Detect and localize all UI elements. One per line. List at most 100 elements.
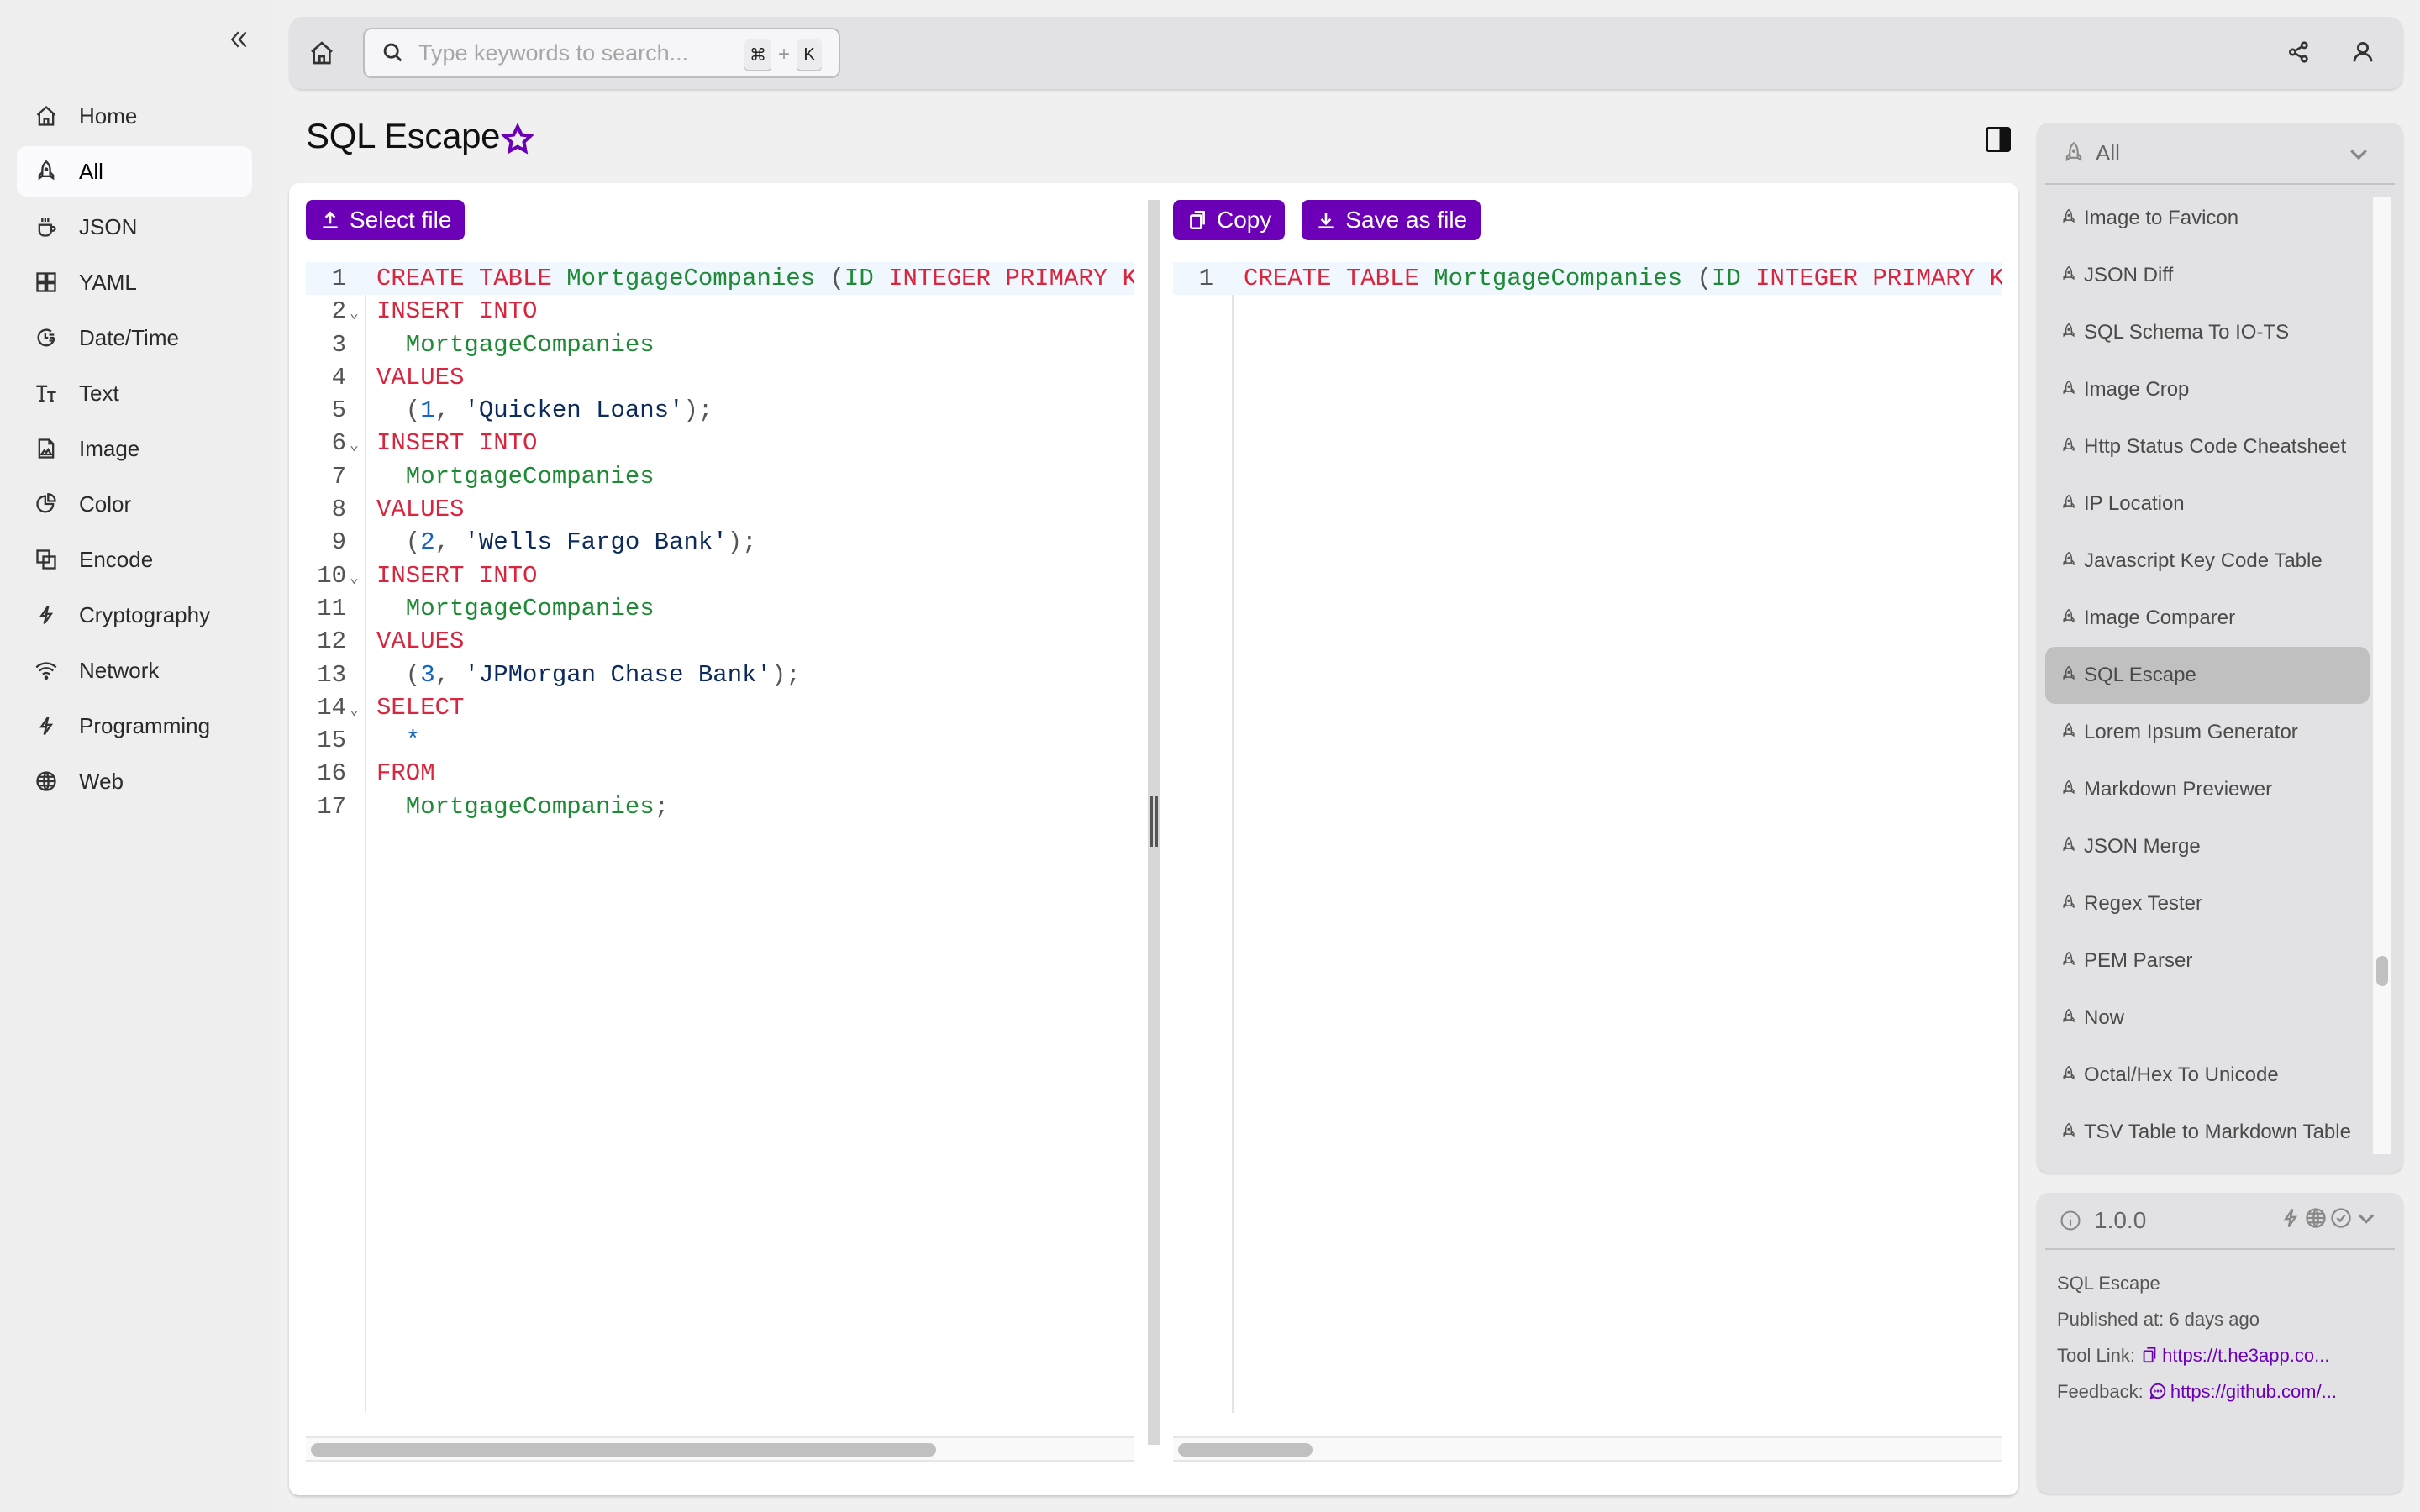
input-scroll-thumb[interactable]: [311, 1443, 936, 1457]
overlap-squares-icon: [34, 547, 59, 572]
tool-item-http-status-code-cheatsheet[interactable]: Http Status Code Cheatsheet: [2045, 418, 2370, 475]
shortcut-key-cmd: ⌘: [744, 39, 771, 70]
tool-item-pem-parser[interactable]: PEM Parser: [2045, 932, 2370, 990]
code-line[interactable]: 16 FROM: [306, 757, 1134, 790]
output-editor[interactable]: 1 CREATE TABLE MortgageCompanies (ID INTE…: [1173, 262, 2002, 1462]
sidebar-right-icon: [1986, 127, 2011, 152]
code-line[interactable]: 11 MortgageCompanies: [306, 592, 1134, 625]
tool-item-image-comparer[interactable]: Image Comparer: [2045, 590, 2370, 647]
copy-button[interactable]: Copy: [1173, 200, 1286, 240]
share-button[interactable]: [2282, 35, 2316, 69]
tool-item-markdown-previewer[interactable]: Markdown Previewer: [2045, 761, 2370, 818]
pane-splitter[interactable]: [1148, 200, 1160, 1445]
info-header[interactable]: 1.0.0: [2045, 1193, 2395, 1250]
pie-chart-icon: [34, 491, 59, 517]
cup-icon: [34, 214, 59, 239]
input-horizontal-scrollbar[interactable]: [306, 1436, 1134, 1462]
fold-chevron-icon[interactable]: ⌄: [350, 430, 359, 463]
code-line[interactable]: 12 VALUES: [306, 625, 1134, 658]
code-text: VALUES: [376, 493, 1134, 526]
sidebar-item-encode[interactable]: Encode: [17, 534, 252, 585]
code-line[interactable]: 1 CREATE TABLE MortgageCompanies (ID INTE…: [1173, 262, 2002, 296]
tool-item-image-crop[interactable]: Image Crop: [2045, 361, 2370, 418]
line-number: 14: [317, 693, 346, 722]
line-number: 8: [331, 496, 346, 524]
code-line[interactable]: 14 ⌄ SELECT: [306, 691, 1134, 724]
sidebar-item-color[interactable]: Color: [17, 479, 252, 529]
output-scroll-thumb[interactable]: [1178, 1443, 1313, 1457]
favorite-button[interactable]: [501, 123, 536, 158]
tool-item-json-merge[interactable]: JSON Merge: [2045, 818, 2370, 875]
code-line[interactable]: 7 MortgageCompanies: [306, 460, 1134, 493]
category-dropdown[interactable]: All: [2045, 123, 2395, 185]
code-line[interactable]: 8 VALUES: [306, 493, 1134, 526]
code-line[interactable]: 9 (2, 'Wells Fargo Bank');: [306, 526, 1134, 559]
code-line[interactable]: 5 (1, 'Quicken Loans');: [306, 394, 1134, 427]
tool-list-scroll-thumb[interactable]: [2376, 956, 2388, 986]
code-token-num: *: [376, 727, 421, 755]
sidebar-item-network[interactable]: Network: [17, 645, 252, 696]
code-line[interactable]: 3 MortgageCompanies: [306, 328, 1134, 361]
user-button[interactable]: [2346, 35, 2380, 69]
select-file-label: Select file: [350, 207, 452, 233]
code-line[interactable]: 10 ⌄ INSERT INTO: [306, 559, 1134, 592]
fold-chevron-icon[interactable]: ⌄: [350, 298, 359, 331]
search-shortcut: ⌘ + K: [744, 39, 822, 70]
top-bar: ⌘ + K: [289, 17, 2403, 89]
fold-chevron-icon[interactable]: ⌄: [350, 563, 359, 596]
sidebar-item-date-time[interactable]: Date/Time: [17, 312, 252, 363]
tool-item-ip-location[interactable]: IP Location: [2045, 475, 2370, 533]
sidebar-item-image[interactable]: Image: [17, 423, 252, 474]
input-editor[interactable]: 1 CREATE TABLE MortgageCompanies (ID INTE…: [306, 262, 1134, 1462]
tool-item-sql-schema-to-io-ts[interactable]: SQL Schema To IO-TS: [2045, 304, 2370, 361]
code-line[interactable]: 4 VALUES: [306, 361, 1134, 394]
tool-item-tsv-table-to-markdown-table[interactable]: TSV Table to Markdown Table: [2045, 1104, 2370, 1154]
sidebar-item-text[interactable]: Text: [17, 368, 252, 418]
code-line[interactable]: 17 MortgageCompanies;: [306, 790, 1134, 823]
home-button[interactable]: [306, 37, 338, 69]
code-token-id: MortgageCompanies: [376, 792, 655, 821]
version-label: 1.0.0: [2094, 1207, 2147, 1233]
tool-list-scrollbar[interactable]: [2373, 197, 2391, 1154]
line-number: 6: [331, 429, 346, 458]
sidebar-item-json[interactable]: JSON: [17, 202, 252, 252]
rocket-icon: [2060, 949, 2084, 972]
code-line[interactable]: 2 ⌄ INSERT INTO: [306, 295, 1134, 328]
search-box[interactable]: ⌘ + K: [363, 28, 840, 78]
select-file-button[interactable]: Select file: [306, 200, 466, 240]
sidebar-item-label: YAML: [79, 269, 137, 295]
collapse-sidebar-button[interactable]: [224, 24, 255, 55]
tool-item-sql-escape[interactable]: SQL Escape: [2045, 647, 2370, 704]
tool-item-image-to-favicon[interactable]: Image to Favicon: [2045, 190, 2370, 247]
toggle-panel-button[interactable]: [1983, 124, 2017, 158]
sidebar-item-home[interactable]: Home: [17, 91, 252, 141]
search-input[interactable]: [418, 39, 738, 66]
text-size-icon: [34, 381, 59, 406]
tool-item-javascript-key-code-table[interactable]: Javascript Key Code Table: [2045, 533, 2370, 590]
fold-chevron-icon[interactable]: ⌄: [350, 695, 359, 727]
save-as-file-button[interactable]: Save as file: [1302, 200, 1481, 240]
shortcut-plus: +: [777, 43, 790, 66]
tool-item-now[interactable]: Now: [2045, 990, 2370, 1047]
chevron-down-icon[interactable]: [2354, 1206, 2378, 1230]
sidebar-item-all[interactable]: All: [17, 146, 252, 197]
sidebar-item-label: Color: [79, 491, 132, 517]
sidebar-item-web[interactable]: Web: [17, 756, 252, 806]
tool-item-regex-tester[interactable]: Regex Tester: [2045, 875, 2370, 932]
sidebar-item-cryptography[interactable]: Cryptography: [17, 590, 252, 640]
tool-item-octal-hex-to-unicode[interactable]: Octal/Hex To Unicode: [2045, 1047, 2370, 1104]
tool-item-json-diff[interactable]: JSON Diff: [2045, 247, 2370, 304]
sidebar-item-yaml[interactable]: YAML: [17, 257, 252, 307]
chat-bubble-icon: [2149, 1383, 2165, 1399]
feedback-link[interactable]: https://github.com/...: [2149, 1381, 2337, 1402]
code-text: MortgageCompanies: [376, 460, 1134, 493]
code-text: FROM: [376, 757, 1134, 790]
tool-item-lorem-ipsum-generator[interactable]: Lorem Ipsum Generator: [2045, 704, 2370, 761]
code-line[interactable]: 15 *: [306, 724, 1134, 757]
tool-link[interactable]: https://t.he3app.co...: [2140, 1345, 2329, 1366]
code-line[interactable]: 13 (3, 'JPMorgan Chase Bank');: [306, 659, 1134, 691]
code-line[interactable]: 1 CREATE TABLE MortgageCompanies (ID INTE…: [306, 262, 1134, 296]
output-horizontal-scrollbar[interactable]: [1173, 1436, 2002, 1462]
code-line[interactable]: 6 ⌄ INSERT INTO: [306, 427, 1134, 459]
sidebar-item-programming[interactable]: Programming: [17, 701, 252, 751]
